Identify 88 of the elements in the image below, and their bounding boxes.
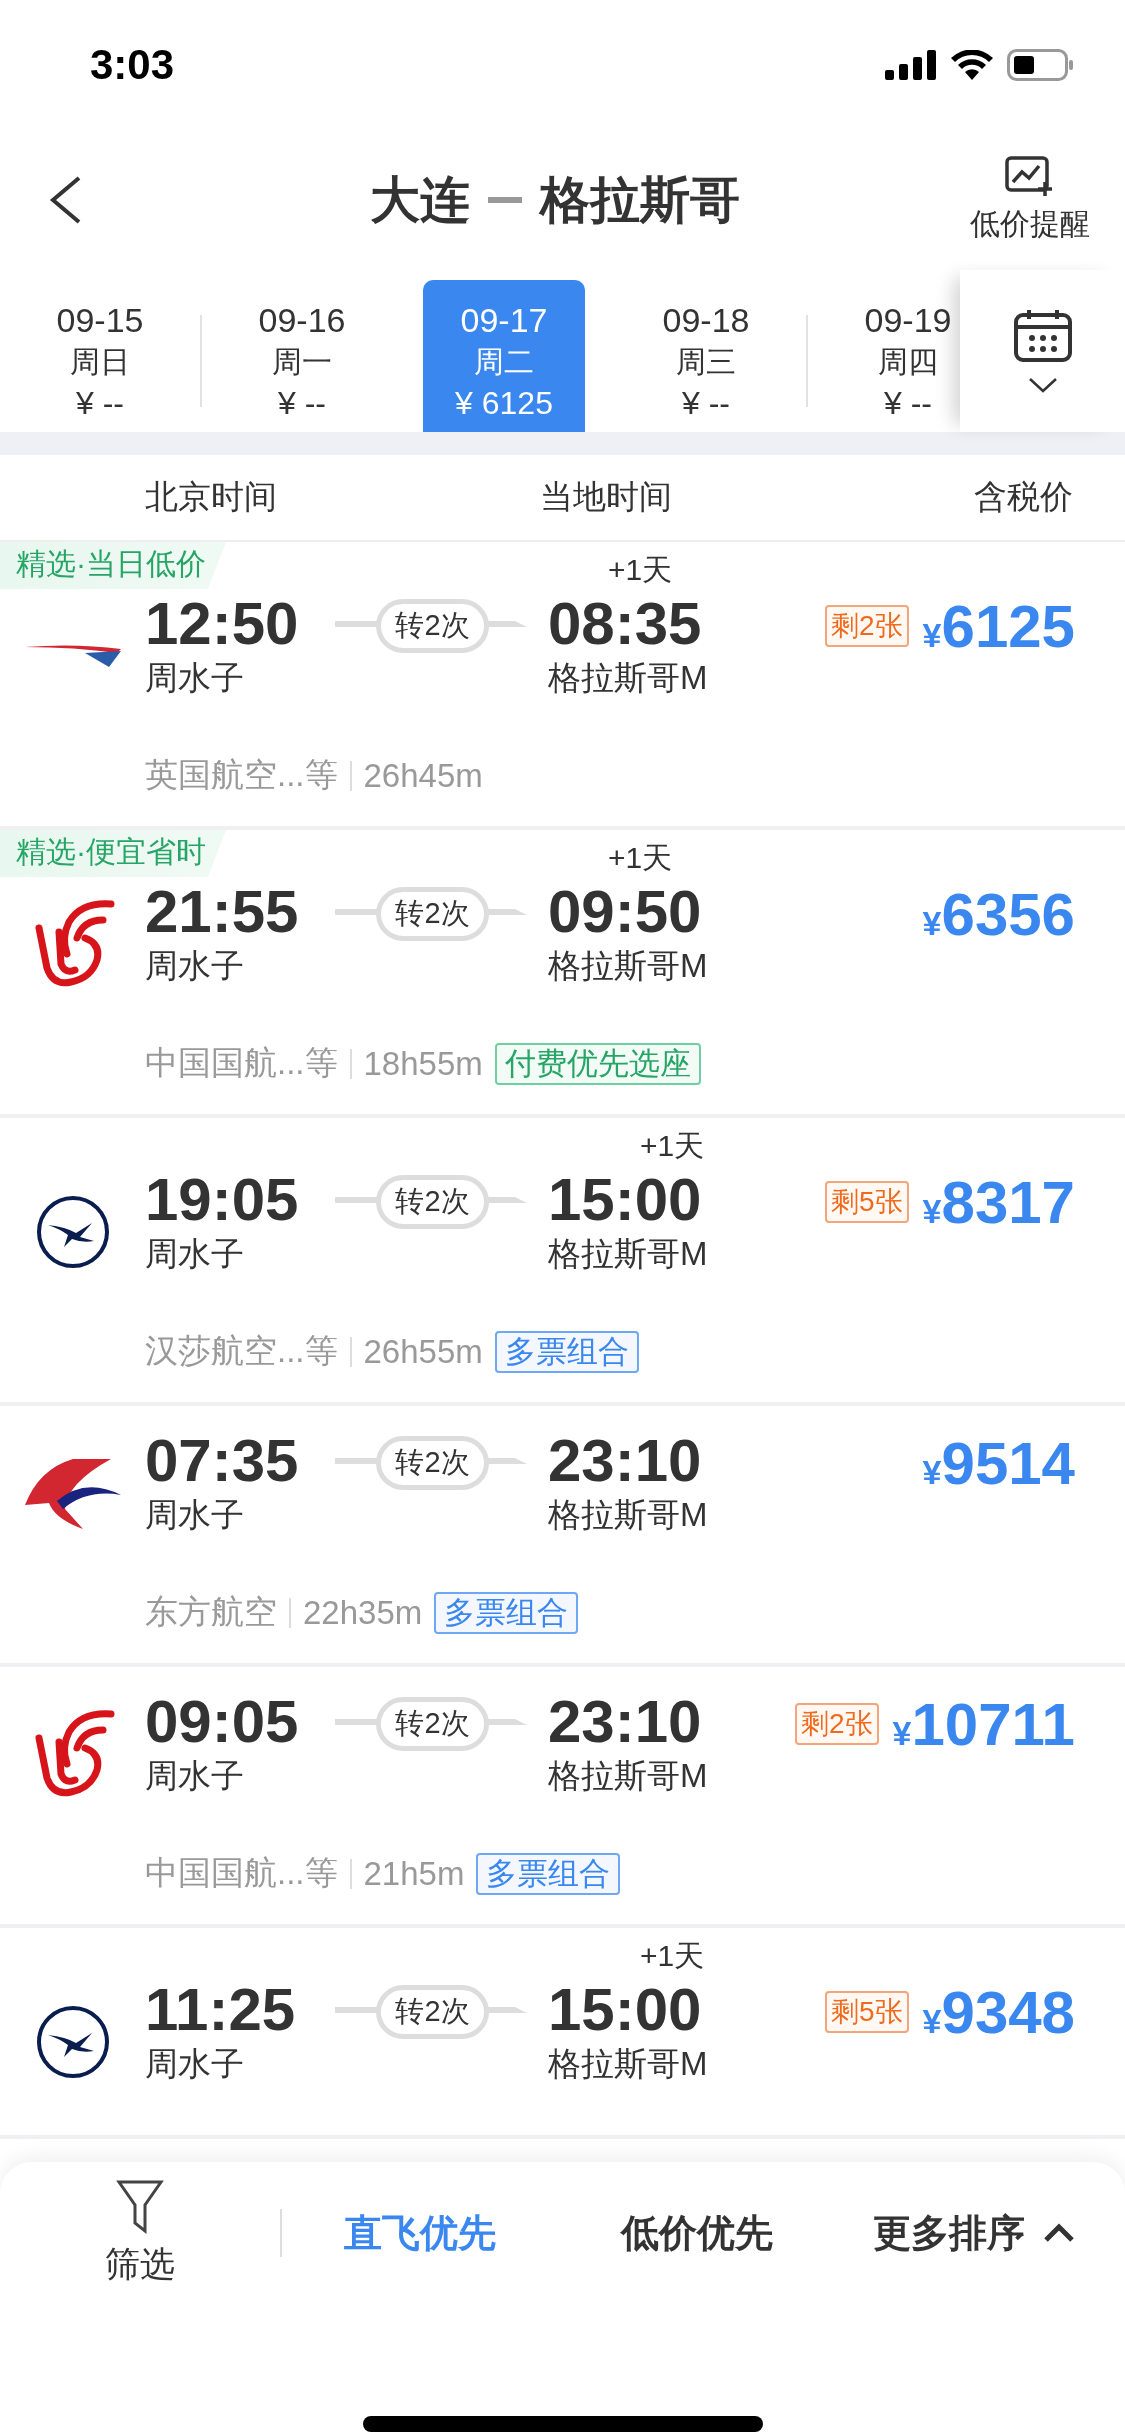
chart-alert-icon bbox=[1005, 155, 1055, 198]
departure-time: 09:05 bbox=[145, 1689, 300, 1755]
recommend-tag: 精选·便宜省时 bbox=[0, 830, 226, 877]
origin-city: 大连 bbox=[370, 170, 470, 230]
arrival-time: 15:00 bbox=[548, 1167, 703, 1233]
airline-name: 东方航空 bbox=[145, 1592, 277, 1632]
calendar-icon bbox=[1012, 309, 1073, 363]
column-heading: 北京时间 bbox=[144, 477, 278, 517]
next-day-label: +1天 bbox=[640, 1128, 705, 1164]
arrival-time: 08:35 bbox=[548, 591, 703, 657]
seats-left-badge: 剩2张 bbox=[825, 605, 909, 647]
chevron-down-icon bbox=[1027, 377, 1058, 393]
departure-time: 11:25 bbox=[145, 1977, 297, 2043]
date-tab[interactable]: 09-18 周三 ¥ -- bbox=[625, 280, 787, 432]
feature-tag: 付费优先选座 bbox=[494, 1042, 701, 1085]
clock-time: 3:03 bbox=[90, 41, 175, 89]
departure-time: 12:50 bbox=[145, 591, 300, 657]
seats-left-badge: 剩5张 bbox=[825, 1181, 909, 1223]
sort-option[interactable]: 低价优先 bbox=[621, 2207, 773, 2259]
transfer-count: 转2次 bbox=[376, 1436, 489, 1490]
calendar-button[interactable] bbox=[960, 270, 1125, 432]
transfer-count: 转2次 bbox=[376, 1175, 489, 1229]
airline-name: 中国国航...等 bbox=[145, 1043, 338, 1083]
flight-duration: 18h55m bbox=[363, 1044, 483, 1083]
wifi-icon bbox=[951, 50, 993, 80]
arrival-time: 15:00 bbox=[548, 1977, 703, 2043]
date-tab[interactable]: 09-17 周二 ¥ 6125 bbox=[423, 280, 585, 432]
price: ¥8317 bbox=[922, 1167, 1075, 1237]
airline-logo-icon bbox=[35, 1195, 110, 1269]
flight-duration: 21h5m bbox=[363, 1854, 465, 1893]
departure-time: 21:55 bbox=[145, 879, 300, 945]
departure-airport: 周水子 bbox=[145, 658, 245, 698]
departure-time: 07:35 bbox=[145, 1428, 300, 1494]
departure-airport: 周水子 bbox=[145, 1234, 245, 1274]
airline-name: 中国国航...等 bbox=[145, 1853, 338, 1893]
destination-city: 格拉斯哥 bbox=[540, 170, 740, 230]
arrival-airport: 格拉斯哥M bbox=[548, 1234, 709, 1274]
arrival-airport: 格拉斯哥M bbox=[548, 1495, 709, 1535]
departure-airport: 周水子 bbox=[145, 946, 245, 986]
arrival-airport: 格拉斯哥M bbox=[548, 1756, 709, 1796]
next-day-label: +1天 bbox=[640, 1938, 705, 1974]
seats-left-badge: 剩2张 bbox=[794, 1703, 879, 1745]
feature-tag: 多票组合 bbox=[476, 1852, 621, 1895]
airline-name: 汉莎航空...等 bbox=[145, 1331, 338, 1371]
price: ¥9348 bbox=[922, 1977, 1075, 2047]
feature-tag: 多票组合 bbox=[434, 1591, 579, 1634]
departure-airport: 周水子 bbox=[145, 2044, 245, 2084]
arrival-airport: 格拉斯哥M bbox=[548, 658, 709, 698]
filter-icon bbox=[116, 2178, 164, 2235]
airline-name: 英国航空...等 bbox=[145, 755, 338, 795]
chevron-up-icon bbox=[1043, 2223, 1075, 2243]
transfer-count: 转2次 bbox=[376, 887, 489, 941]
departure-airport: 周水子 bbox=[145, 1495, 245, 1535]
arrival-time: 23:10 bbox=[548, 1428, 703, 1494]
flight-duration: 26h55m bbox=[363, 1332, 483, 1371]
date-tab[interactable]: 09-16 周一 ¥ -- bbox=[221, 280, 383, 432]
battery-icon bbox=[1007, 49, 1075, 81]
transfer-count: 转2次 bbox=[376, 599, 489, 653]
next-day-label: +1天 bbox=[608, 840, 673, 876]
arrival-time: 23:10 bbox=[548, 1689, 703, 1755]
transfer-count: 转2次 bbox=[376, 1697, 489, 1751]
price-alert-button[interactable]: 低价提醒 bbox=[965, 155, 1095, 245]
date-tab[interactable]: 09-19 周四 ¥ -- bbox=[827, 280, 960, 432]
route-dash-icon bbox=[488, 195, 522, 205]
transfer-count: 转2次 bbox=[376, 1985, 489, 2039]
next-day-label: +1天 bbox=[608, 552, 673, 588]
signal-icon bbox=[885, 50, 937, 80]
airline-logo-icon bbox=[35, 2005, 110, 2079]
sort-option[interactable]: 直飞优先 bbox=[344, 2207, 496, 2259]
price: ¥6125 bbox=[922, 591, 1075, 661]
seats-left-badge: 剩5张 bbox=[825, 1991, 909, 2033]
price: ¥10711 bbox=[892, 1689, 1075, 1759]
flight-duration: 22h35m bbox=[303, 1593, 423, 1632]
price: ¥6356 bbox=[922, 879, 1075, 949]
departure-time: 19:05 bbox=[145, 1167, 300, 1233]
date-tab[interactable]: 09-15 周日 ¥ -- bbox=[19, 280, 181, 432]
departure-airport: 周水子 bbox=[145, 1756, 245, 1796]
column-heading: 含税价 bbox=[973, 477, 1074, 517]
filter-button[interactable]: 筛选 bbox=[0, 2178, 280, 2288]
more-sort-button[interactable]: 更多排序 bbox=[873, 2207, 1075, 2259]
arrival-time: 09:50 bbox=[548, 879, 703, 945]
flight-duration: 26h45m bbox=[363, 756, 483, 795]
arrival-airport: 格拉斯哥M bbox=[548, 2044, 709, 2084]
recommend-tag: 精选·当日低价 bbox=[0, 542, 226, 589]
price: ¥9514 bbox=[922, 1428, 1075, 1498]
feature-tag: 多票组合 bbox=[494, 1330, 639, 1373]
arrival-airport: 格拉斯哥M bbox=[548, 946, 709, 986]
column-heading: 当地时间 bbox=[539, 477, 673, 517]
